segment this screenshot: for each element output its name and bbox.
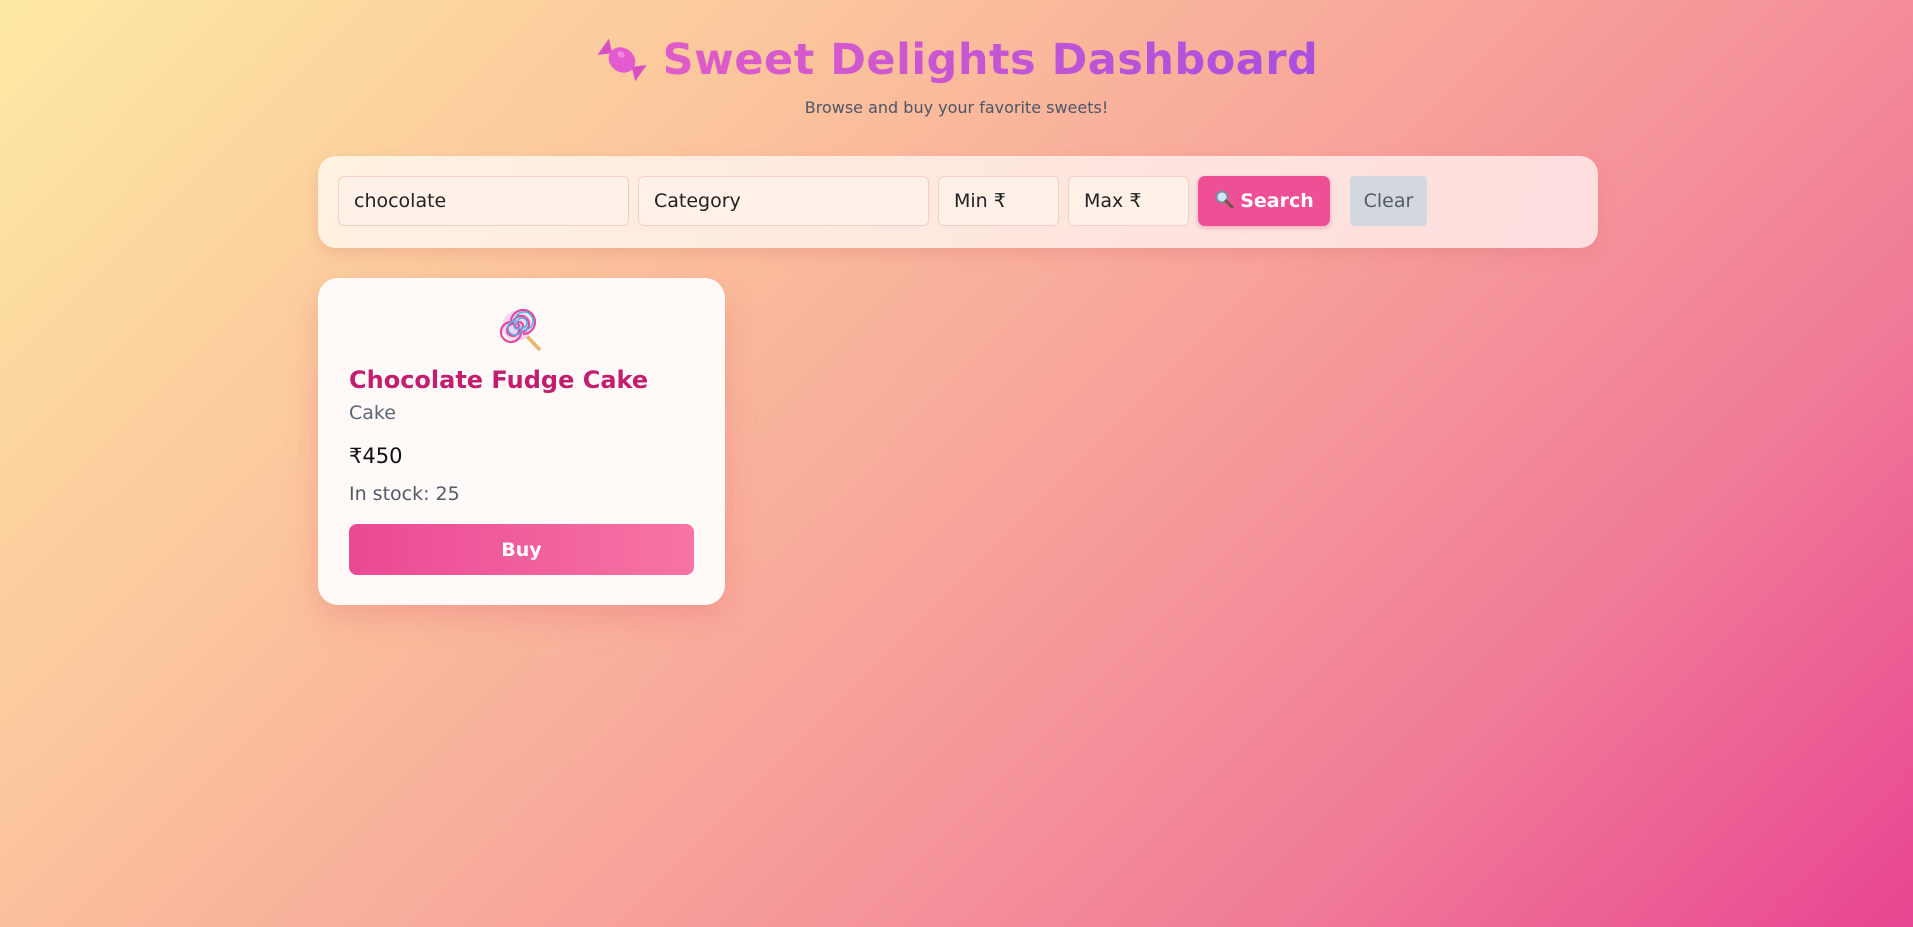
search-button[interactable]: Search [1198,176,1330,226]
page-header: Sweet Delights Dashboard Browse and buy … [0,28,1913,117]
product-category: Cake [349,402,396,424]
magnifier-icon [1214,189,1234,214]
title-row: Sweet Delights Dashboard [0,28,1913,92]
product-stock: In stock: 25 [349,483,460,505]
max-price-input[interactable]: Max ₹ [1068,176,1189,226]
buy-button[interactable]: Buy [349,524,694,575]
name-search-input[interactable]: chocolate [338,176,629,226]
page-title: Sweet Delights Dashboard [662,35,1319,85]
product-card: Chocolate Fudge Cake Cake ₹450 In stock:… [318,278,725,605]
page-subtitle: Browse and buy your favorite sweets! [804,98,1109,117]
search-button-label: Search [1240,190,1314,212]
clear-button[interactable]: Clear [1350,176,1427,226]
min-price-input[interactable]: Min ₹ [938,176,1059,226]
category-input[interactable]: Category [638,176,929,226]
candy-icon [595,33,649,87]
product-price: ₹450 [349,444,403,468]
search-panel: chocolate Category Min ₹ Max ₹ Search Cl… [318,156,1598,248]
product-name: Chocolate Fudge Cake [349,366,649,394]
lollipop-icon [499,308,543,352]
